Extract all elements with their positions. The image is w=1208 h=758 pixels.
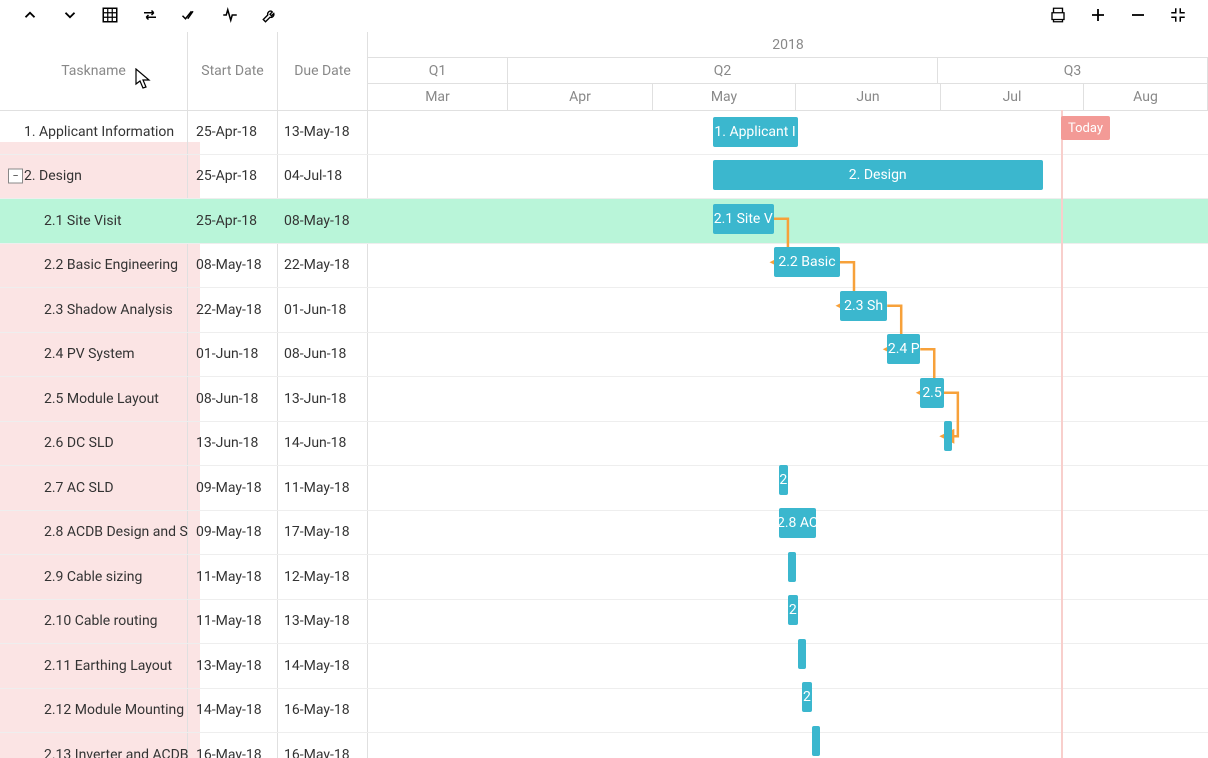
due-date-cell: 08-May-18 xyxy=(284,199,366,243)
today-line xyxy=(1061,110,1063,758)
check-all-icon[interactable] xyxy=(170,3,210,27)
due-date-cell: 13-May-18 xyxy=(284,600,366,644)
gantt-bar[interactable]: 2.4 P xyxy=(887,334,920,364)
gantt-bar[interactable]: 2 xyxy=(788,595,797,625)
due-date-cell: 08-Jun-18 xyxy=(284,333,366,377)
due-date-cell: 13-May-18 xyxy=(284,110,366,154)
task-name-cell: 2.2 Basic Engineering xyxy=(0,244,188,288)
timeline-month-cell: Mar xyxy=(368,84,508,110)
start-date-cell: 25-Apr-18 xyxy=(196,110,278,154)
column-headers: Taskname Start Date Due Date 2018 Q1Q2Q3… xyxy=(0,32,1208,111)
gantt-bar[interactable]: 2.8 AC xyxy=(779,508,817,538)
timeline-header: 2018 Q1Q2Q3 MarAprMayJunJulAug xyxy=(368,32,1208,110)
minus-icon[interactable] xyxy=(1118,3,1158,27)
due-date-cell: 01-Jun-18 xyxy=(284,288,366,332)
gantt-bar[interactable]: 2 xyxy=(779,465,788,495)
timeline-month-cell: Aug xyxy=(1084,84,1208,110)
chevron-down-icon[interactable] xyxy=(50,3,90,27)
start-date-cell: 25-Apr-18 xyxy=(196,155,278,199)
start-date-cell: 11-May-18 xyxy=(196,600,278,644)
task-name-cell: 2.12 Module Mounting xyxy=(0,689,188,733)
grid-icon[interactable] xyxy=(90,3,130,27)
timeline-quarter-cell: Q1 xyxy=(368,58,508,83)
timeline-months: MarAprMayJunJulAug xyxy=(368,84,1208,110)
start-date-cell: 25-Apr-18 xyxy=(196,199,278,243)
task-name-cell: 2.6 DC SLD xyxy=(0,422,188,466)
gantt-bar[interactable] xyxy=(944,421,952,451)
gantt-bar[interactable]: 2 xyxy=(802,682,811,712)
gantt-bar[interactable] xyxy=(798,639,806,669)
task-name-cell: 2. Design− xyxy=(0,155,188,199)
gantt-bar[interactable] xyxy=(812,726,820,756)
today-flag: Today xyxy=(1061,116,1110,140)
due-date-cell: 17-May-18 xyxy=(284,511,366,555)
due-date-cell: 14-May-18 xyxy=(284,644,366,688)
timeline-month-cell: May xyxy=(653,84,796,110)
task-name-cell: 1. Applicant Information xyxy=(0,110,188,154)
fullscreen-collapse-icon[interactable] xyxy=(1158,3,1198,27)
due-date-cell: 14-Jun-18 xyxy=(284,422,366,466)
gantt-bar[interactable] xyxy=(788,552,796,582)
start-date-cell: 16-May-18 xyxy=(196,733,278,758)
chevron-up-icon[interactable] xyxy=(10,3,50,27)
toolbar-left xyxy=(10,3,290,27)
start-date-cell: 01-Jun-18 xyxy=(196,333,278,377)
due-date-cell: 16-May-18 xyxy=(284,733,366,758)
timeline-quarter-cell: Q3 xyxy=(938,58,1208,83)
start-date-cell: 14-May-18 xyxy=(196,689,278,733)
plus-icon[interactable] xyxy=(1078,3,1118,27)
gantt-bar[interactable]: 2.3 Sh xyxy=(840,291,887,321)
gantt-app: Taskname Start Date Due Date 2018 Q1Q2Q3… xyxy=(0,0,1208,758)
task-name-cell: 2.1 Site Visit xyxy=(0,199,188,243)
timeline-year: 2018 xyxy=(368,32,1208,58)
header-startdate[interactable]: Start Date xyxy=(188,32,278,110)
swap-icon[interactable] xyxy=(130,3,170,27)
start-date-cell: 13-Jun-18 xyxy=(196,422,278,466)
wrench-icon[interactable] xyxy=(250,3,290,27)
timeline-month-cell: Jun xyxy=(796,84,941,110)
timeline-body[interactable]: 1. Applicant I 2. Design 2.1 Site V2.2 Bas… xyxy=(368,110,1208,758)
gantt-body: 1. Applicant Information25-Apr-1813-May-… xyxy=(0,110,1208,758)
timeline-quarter-cell: Q2 xyxy=(508,58,938,83)
header-taskname[interactable]: Taskname xyxy=(0,32,188,110)
due-date-cell: 11-May-18 xyxy=(284,466,366,510)
gantt-connectors xyxy=(368,110,1208,758)
gantt-bar[interactable]: 2. Design xyxy=(713,160,1043,190)
gantt-bar[interactable]: 1. Applicant I xyxy=(713,117,798,147)
gantt-bar[interactable]: 2.1 Site V xyxy=(713,204,774,234)
toolbar xyxy=(0,0,1208,30)
start-date-cell: 22-May-18 xyxy=(196,288,278,332)
gantt-content: Taskname Start Date Due Date 2018 Q1Q2Q3… xyxy=(0,32,1208,758)
header-duedate[interactable]: Due Date xyxy=(278,32,368,110)
task-name-cell: 2.13 Inverter and ACDB xyxy=(0,733,188,758)
collapse-toggle[interactable]: − xyxy=(8,169,23,184)
start-date-cell: 08-May-18 xyxy=(196,244,278,288)
due-date-cell: 13-Jun-18 xyxy=(284,377,366,421)
timeline-month-cell: Jul xyxy=(941,84,1084,110)
activity-icon[interactable] xyxy=(210,3,250,27)
timeline-month-cell: Apr xyxy=(508,84,653,110)
toolbar-right xyxy=(1038,3,1198,27)
timeline-quarters: Q1Q2Q3 xyxy=(368,58,1208,84)
task-name-cell: 2.9 Cable sizing xyxy=(0,555,188,599)
task-name-cell: 2.5 Module Layout xyxy=(0,377,188,421)
due-date-cell: 22-May-18 xyxy=(284,244,366,288)
due-date-cell: 12-May-18 xyxy=(284,555,366,599)
task-name-cell: 2.8 ACDB Design and Sizing xyxy=(0,511,188,555)
start-date-cell: 11-May-18 xyxy=(196,555,278,599)
task-name-cell: 2.4 PV System xyxy=(0,333,188,377)
task-name-cell: 2.7 AC SLD xyxy=(0,466,188,510)
gantt-bar[interactable]: 2.2 Basic xyxy=(774,247,840,277)
start-date-cell: 09-May-18 xyxy=(196,511,278,555)
task-name-cell: 2.10 Cable routing xyxy=(0,600,188,644)
task-name-cell: 2.3 Shadow Analysis xyxy=(0,288,188,332)
print-icon[interactable] xyxy=(1038,3,1078,27)
start-date-cell: 13-May-18 xyxy=(196,644,278,688)
gantt-bar[interactable]: 2.5 xyxy=(920,378,944,408)
due-date-cell: 04-Jul-18 xyxy=(284,155,366,199)
start-date-cell: 09-May-18 xyxy=(196,466,278,510)
task-name-cell: 2.11 Earthing Layout xyxy=(0,644,188,688)
due-date-cell: 16-May-18 xyxy=(284,689,366,733)
start-date-cell: 08-Jun-18 xyxy=(196,377,278,421)
